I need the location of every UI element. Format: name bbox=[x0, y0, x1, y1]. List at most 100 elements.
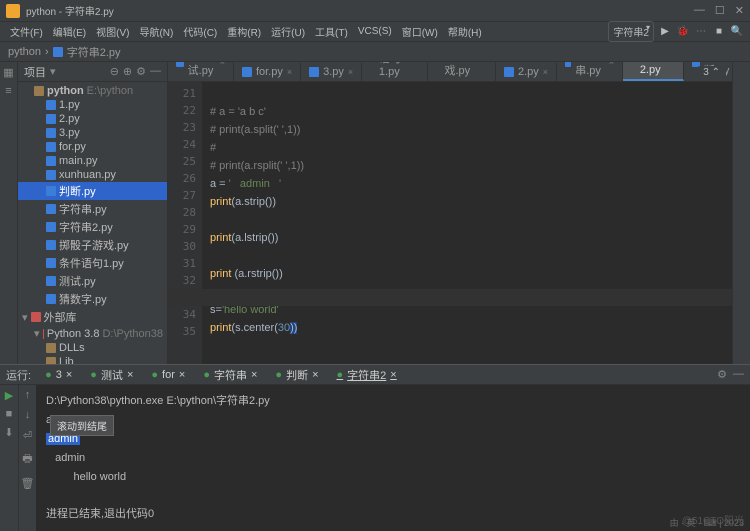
tree-file-selected[interactable]: 判断.py bbox=[18, 182, 167, 200]
python-file-icon bbox=[46, 258, 56, 268]
close-tab-icon[interactable]: × bbox=[220, 62, 225, 67]
gear-icon[interactable]: ⚙ bbox=[717, 368, 727, 381]
tree-folder[interactable]: Lib bbox=[18, 355, 167, 364]
minimize-icon[interactable]: — bbox=[694, 4, 705, 17]
more-run-icon[interactable]: ⋯ bbox=[694, 25, 708, 39]
tree-external[interactable]: ▾外部库 bbox=[18, 308, 167, 326]
menu-run[interactable]: 运行(U) bbox=[267, 22, 309, 41]
close-tab-icon[interactable]: × bbox=[348, 67, 353, 77]
trash-icon[interactable]: 🗑 bbox=[21, 477, 35, 490]
tree-file[interactable]: 测试.py bbox=[18, 272, 167, 290]
editor-body[interactable]: 212223242526272829303132333435 # a = 'a … bbox=[168, 82, 750, 364]
menu-bar: 文件(F) 编辑(E) 视图(V) 导航(N) 代码(C) 重构(R) 运行(U… bbox=[0, 22, 750, 42]
tree-file[interactable]: 1.py bbox=[18, 98, 167, 112]
breadcrumb: python › 字符串2.py bbox=[0, 42, 750, 62]
run-tab[interactable]: ●字符串× bbox=[197, 366, 263, 384]
menu-help[interactable]: 帮助(H) bbox=[444, 22, 486, 41]
editor-tab[interactable]: 测试.py× bbox=[168, 62, 234, 81]
editor-tab[interactable]: 3.py× bbox=[301, 63, 362, 81]
wrap-icon[interactable]: ⏎ bbox=[23, 429, 32, 442]
tree-file[interactable]: 条件语句1.py bbox=[18, 254, 167, 272]
footer-status: 由 · 英 · ⌨ | 2023 bbox=[670, 516, 744, 529]
inspection-notice[interactable]: 3 ⌃ bbox=[697, 66, 726, 79]
gear-icon[interactable]: ⚙ bbox=[136, 65, 146, 78]
down-arrow-icon[interactable]: ↓ bbox=[25, 409, 31, 421]
menu-code[interactable]: 代码(C) bbox=[179, 22, 221, 41]
run-tab[interactable]: ●判断× bbox=[269, 366, 324, 384]
tree-python38[interactable]: ▾Python 3.8 D:\Python38 bbox=[18, 326, 167, 341]
line-gutter: 212223242526272829303132333435 bbox=[168, 82, 202, 364]
breadcrumb-root[interactable]: python bbox=[8, 46, 41, 58]
menu-navigate[interactable]: 导航(N) bbox=[135, 22, 177, 41]
hide-icon[interactable]: — bbox=[150, 65, 161, 78]
tree-file[interactable]: 3.py bbox=[18, 126, 167, 140]
up-arrow-icon[interactable]: ↑ bbox=[25, 389, 31, 401]
menu-edit[interactable]: 编辑(E) bbox=[49, 22, 90, 41]
hide-icon[interactable]: — bbox=[733, 368, 744, 381]
tree-file[interactable]: 字符串2.py bbox=[18, 218, 167, 236]
run-tab-active[interactable]: ●字符串2× bbox=[331, 366, 403, 384]
menu-window[interactable]: 窗口(W) bbox=[398, 22, 442, 41]
expand-icon[interactable]: ⊕ bbox=[123, 65, 132, 78]
editor-tab[interactable]: for.py× bbox=[234, 63, 301, 81]
tree-file[interactable]: 猜数字.py bbox=[18, 290, 167, 308]
menu-view[interactable]: 视图(V) bbox=[92, 22, 133, 41]
close-tab-icon[interactable]: × bbox=[543, 67, 548, 77]
python-file-icon bbox=[46, 142, 56, 152]
menu-vcs[interactable]: VCS(S) bbox=[354, 24, 396, 39]
run-panel: 运行: ●3× ●测试× ●for× ●字符串× ●判断× ●字符串2× ⚙ —… bbox=[0, 364, 750, 531]
title-bar: python - 字符串2.py — ☐ ✕ bbox=[0, 0, 750, 22]
menu-refactor[interactable]: 重构(R) bbox=[223, 22, 265, 41]
structure-tool-icon[interactable]: ≡ bbox=[5, 85, 11, 97]
rerun-icon[interactable]: ▶ bbox=[5, 389, 13, 402]
down-icon[interactable]: ⬇ bbox=[4, 426, 13, 439]
tree-file[interactable]: 掷骰子游戏.py bbox=[18, 236, 167, 254]
close-icon[interactable]: ✕ bbox=[735, 4, 744, 17]
window-controls: — ☐ ✕ bbox=[694, 4, 744, 17]
console-output[interactable]: D:\Python38\python.exe E:\python\字符串2.py… bbox=[36, 385, 750, 531]
run-icon[interactable]: ▶ bbox=[658, 25, 672, 39]
run-left-toolbar2: ↑ ↓ ⏎ 🖶 🗑 bbox=[18, 385, 36, 531]
editor-tab[interactable]: 条件语句1.py× bbox=[362, 62, 428, 81]
tree-root[interactable]: python E:\python bbox=[18, 84, 167, 98]
left-tool-strip: ▦ ≡ bbox=[0, 62, 18, 364]
stop-icon[interactable]: ■ bbox=[712, 25, 726, 39]
debug-icon[interactable]: 🐞 bbox=[676, 25, 690, 39]
code-content[interactable]: # a = 'a b c' # print(a.split(' ',1)) # … bbox=[202, 82, 750, 364]
run-label: 运行: bbox=[6, 367, 31, 383]
editor-tab[interactable]: 2.py× bbox=[496, 63, 557, 81]
menu-file[interactable]: 文件(F) bbox=[6, 22, 47, 41]
tree-file[interactable]: xunhuan.py bbox=[18, 168, 167, 182]
tree-file[interactable]: 字符串.py bbox=[18, 200, 167, 218]
editor-tab[interactable]: 字符串.py× bbox=[557, 62, 623, 81]
run-tab[interactable]: ●3× bbox=[39, 366, 78, 384]
maximize-icon[interactable]: ☐ bbox=[715, 4, 725, 17]
run-config-dropdown[interactable]: 字符串2 bbox=[608, 21, 654, 42]
editor-tab-active[interactable]: 字符串2.py× bbox=[623, 62, 684, 81]
chevron-down-icon[interactable]: ▾ bbox=[50, 65, 56, 78]
search-icon[interactable]: 🔍 bbox=[730, 25, 744, 39]
python-file-icon bbox=[46, 128, 56, 138]
editor-tab[interactable]: 掷骰子游戏.py× bbox=[428, 62, 496, 81]
python-file-icon bbox=[46, 276, 56, 286]
tree-file[interactable]: for.py bbox=[18, 140, 167, 154]
project-tree[interactable]: python E:\python 1.py 2.py 3.py for.py m… bbox=[18, 82, 167, 364]
tree-folder[interactable]: DLLs bbox=[18, 341, 167, 355]
close-tab-icon[interactable]: × bbox=[287, 67, 292, 77]
run-tab[interactable]: ●测试× bbox=[84, 366, 139, 384]
editor-tabs: 测试.py× for.py× 3.py× 条件语句1.py× 掷骰子游戏.py×… bbox=[168, 62, 750, 82]
breadcrumb-file[interactable]: 字符串2.py bbox=[67, 44, 121, 60]
stop-icon[interactable]: ■ bbox=[6, 408, 13, 420]
collapse-icon[interactable]: ⊖ bbox=[110, 65, 119, 78]
chevron-right-icon: › bbox=[45, 46, 49, 58]
tree-file[interactable]: 2.py bbox=[18, 112, 167, 126]
run-tab[interactable]: ●for× bbox=[145, 366, 191, 384]
python-file-icon bbox=[309, 67, 319, 77]
run-header: 运行: ●3× ●测试× ●for× ●字符串× ●判断× ●字符串2× ⚙ — bbox=[0, 365, 750, 385]
project-tool-icon[interactable]: ▦ bbox=[3, 66, 13, 79]
print-icon[interactable]: 🖶 bbox=[22, 450, 32, 469]
python-file-icon bbox=[46, 114, 56, 124]
menu-tools[interactable]: 工具(T) bbox=[311, 22, 352, 41]
close-tab-icon[interactable]: × bbox=[609, 62, 614, 67]
tree-file[interactable]: main.py bbox=[18, 154, 167, 168]
